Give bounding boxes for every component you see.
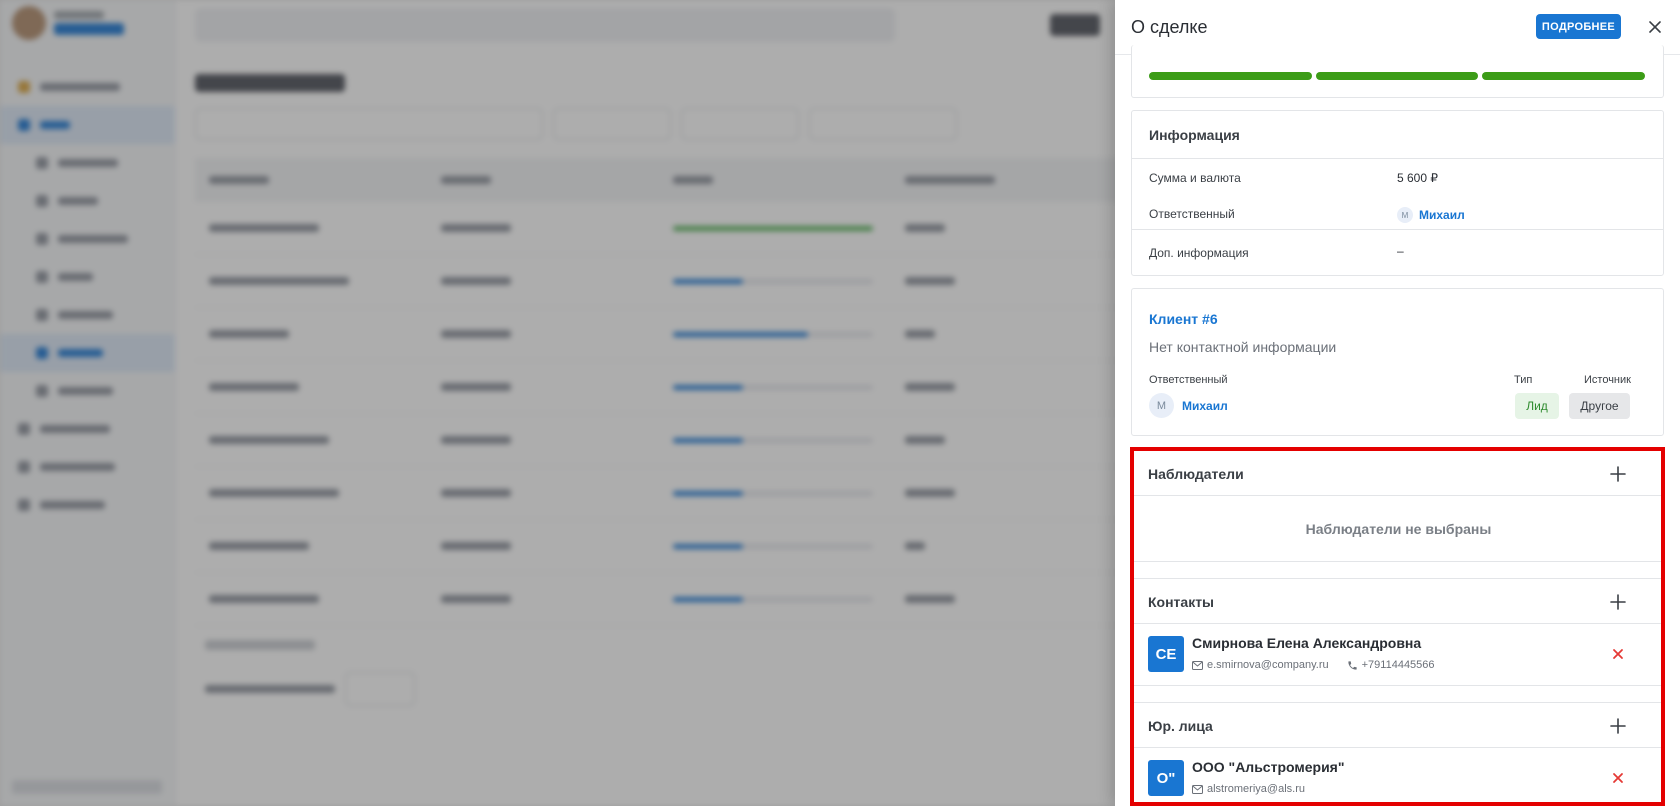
client-responsible[interactable]: М Михаил <box>1149 393 1228 418</box>
info-row-amount: Сумма и валюта 5 600 ₽ <box>1132 159 1663 195</box>
avatar: М <box>1397 207 1413 223</box>
avatar: М <box>1149 393 1174 418</box>
progress-segment <box>1149 72 1312 80</box>
responsible-value[interactable]: М Михаил <box>1397 207 1465 223</box>
drawer-title: О сделке <box>1131 16 1208 37</box>
client-type-label: Тип <box>1514 374 1533 386</box>
more-details-button[interactable]: ПОДРОБНЕЕ <box>1536 14 1621 39</box>
responsible-link[interactable]: Михаил <box>1419 208 1465 222</box>
amount-label: Сумма и валюта <box>1149 171 1241 185</box>
client-responsible-label: Ответственный <box>1149 374 1228 386</box>
extra-info-value: – <box>1397 244 1404 258</box>
progress-segment <box>1482 72 1646 80</box>
info-row-extra: Доп. информация – <box>1132 230 1663 266</box>
stage-progress-bar <box>1149 72 1646 80</box>
close-icon[interactable] <box>1642 14 1668 40</box>
client-responsible-link[interactable]: Михаил <box>1182 399 1228 413</box>
amount-value: 5 600 ₽ <box>1397 171 1438 185</box>
responsible-label: Ответственный <box>1149 207 1235 221</box>
client-source-chip: Другое <box>1569 393 1630 419</box>
extra-info-label: Доп. информация <box>1149 246 1249 260</box>
stage-progress-card <box>1131 45 1664 98</box>
highlight-frame <box>1130 447 1665 806</box>
progress-segment <box>1315 72 1479 80</box>
deal-drawer: О сделке ПОДРОБНЕЕ Информация Сумма и ва… <box>1115 0 1680 806</box>
amount-value-text: 5 600 ₽ <box>1397 171 1438 185</box>
client-card: Клиент #6 Нет контактной информации Отве… <box>1131 288 1664 436</box>
info-row-responsible: Ответственный М Михаил <box>1132 195 1663 231</box>
info-card: Информация Сумма и валюта 5 600 ₽ Ответс… <box>1131 110 1664 276</box>
info-title: Информация <box>1132 111 1663 159</box>
client-type-chip: Лид <box>1515 393 1559 419</box>
extra-info-value-text: – <box>1397 244 1404 258</box>
client-name-link[interactable]: Клиент #6 <box>1149 311 1218 327</box>
client-subtitle: Нет контактной информации <box>1149 339 1337 355</box>
client-source-label: Источник <box>1584 374 1631 386</box>
